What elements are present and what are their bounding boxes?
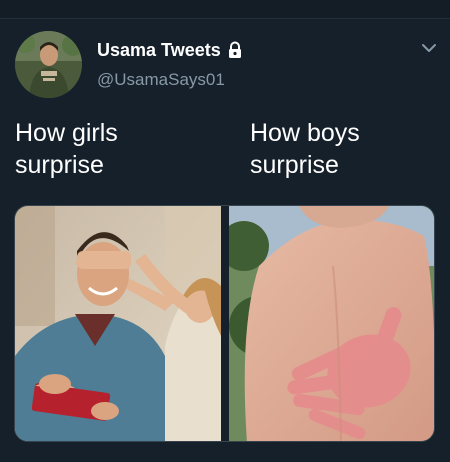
tweet-text-left: How girls surprise	[15, 119, 118, 179]
display-name[interactable]: Usama Tweets	[97, 40, 221, 61]
tweet-media[interactable]	[14, 205, 435, 442]
media-divider	[221, 206, 229, 441]
tweet-text-right: How boys surprise	[250, 119, 360, 179]
chevron-down-icon[interactable]	[419, 40, 439, 56]
timeline-divider	[0, 0, 450, 19]
tweet-card[interactable]: Usama Tweets @UsamaSays01 How girls surp…	[0, 0, 450, 462]
back-with-handprint-photo[interactable]	[219, 206, 434, 441]
user-handle[interactable]: @UsamaSays01	[97, 70, 225, 90]
avatar[interactable]	[15, 31, 82, 98]
man-blindfolded-with-gift-photo[interactable]	[15, 206, 221, 441]
lock-icon	[226, 41, 244, 59]
